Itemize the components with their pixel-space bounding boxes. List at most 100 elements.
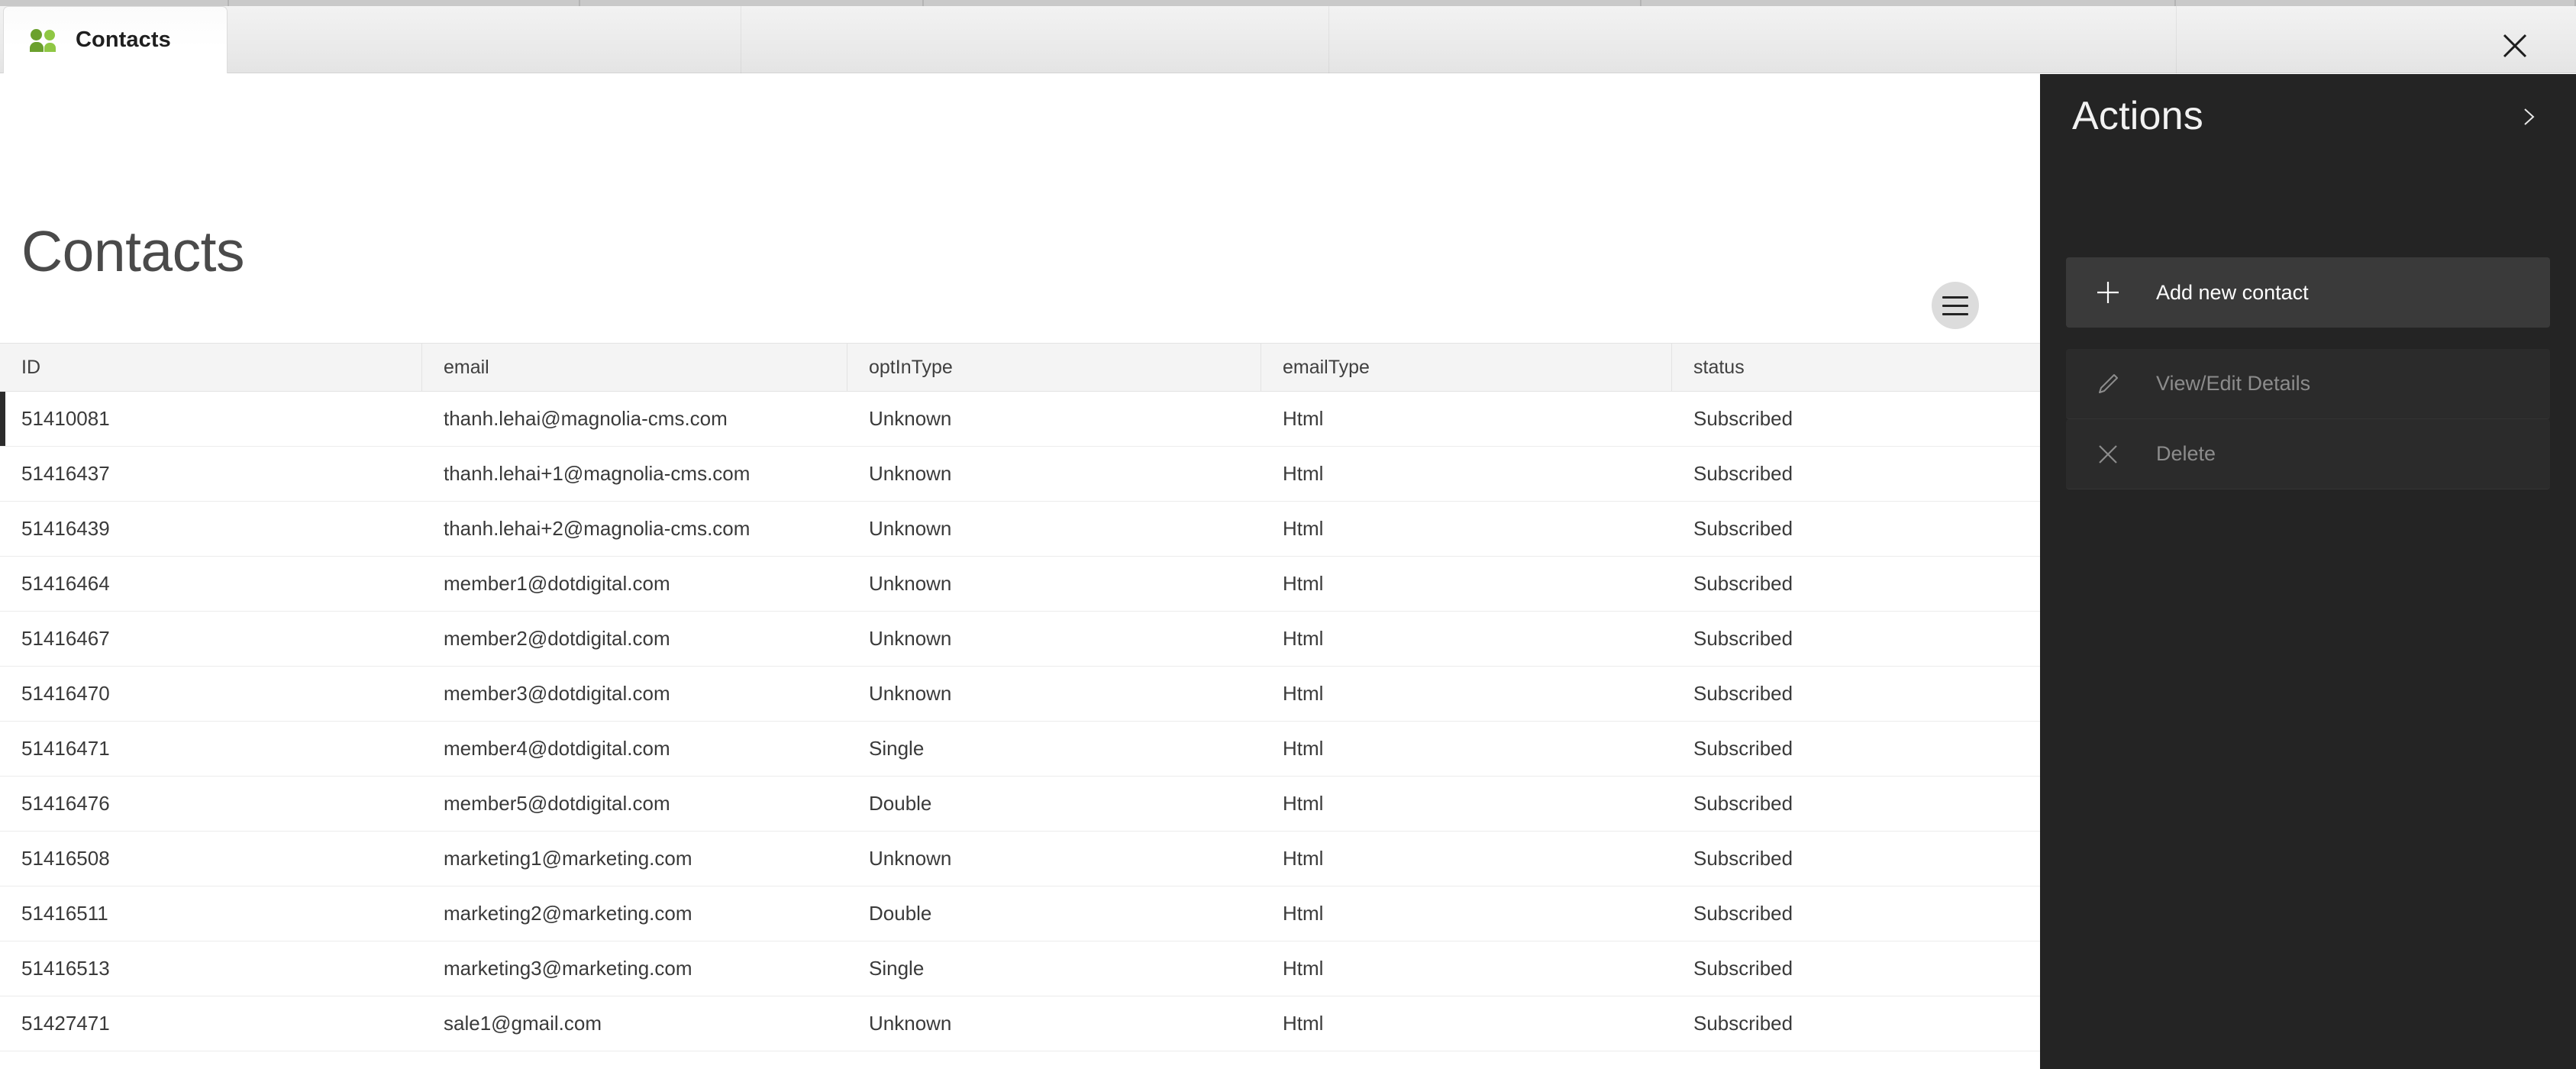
cell-status: Subscribed bbox=[1672, 1051, 2040, 1069]
chevron-right-icon bbox=[2524, 108, 2535, 125]
strip-segment bbox=[1641, 0, 2176, 6]
cell-optintype: Unknown bbox=[869, 847, 952, 870]
cell-emailtype: Html bbox=[1283, 517, 1324, 540]
column-header-optintype[interactable]: optInType bbox=[847, 344, 1261, 391]
cell-email: sale2@gmail.com bbox=[422, 1051, 847, 1069]
strip-segment bbox=[580, 0, 924, 6]
cell-id: 51416513 bbox=[21, 957, 110, 980]
cell-email: member1@dotdigital.com bbox=[444, 572, 670, 595]
table-row[interactable]: 51416513 marketing3@marketing.com Single Ht… bbox=[0, 941, 2040, 996]
table-row[interactable]: 51416470 member3@dotdigital.com Unknown Htm… bbox=[0, 667, 2040, 722]
cell-id: 51416470 bbox=[21, 682, 110, 705]
hamburger-icon-line bbox=[1942, 304, 1968, 307]
close-icon bbox=[2095, 441, 2121, 467]
hamburger-icon-line bbox=[1942, 312, 1968, 315]
pencil-icon bbox=[2095, 371, 2121, 397]
tab-contacts[interactable]: Contacts bbox=[3, 6, 228, 73]
cell-status: Subscribed bbox=[1693, 737, 1793, 760]
cell-id: 51416464 bbox=[21, 572, 110, 595]
cell-optintype: Double bbox=[869, 902, 932, 925]
cell-id: 51416437 bbox=[21, 462, 110, 485]
cell-email: sale1@gmail.com bbox=[444, 1012, 602, 1035]
cell-status: Subscribed bbox=[1693, 957, 1793, 980]
strip-segment bbox=[924, 0, 1641, 6]
table-row[interactable]: 51416467 member2@dotdigital.com Unknown Htm… bbox=[0, 612, 2040, 667]
cell-optintype: Double bbox=[847, 1051, 1261, 1069]
cell-optintype: Unknown bbox=[869, 627, 952, 650]
collapse-panel-button[interactable] bbox=[2509, 97, 2549, 137]
table-row[interactable]: 51427471 sale1@gmail.com Unknown Html Subscr… bbox=[0, 996, 2040, 1051]
action-label: Add new contact bbox=[2156, 280, 2309, 304]
cell-emailtype: Html bbox=[1283, 737, 1324, 760]
table-row[interactable]: 51416437 thanh.lehai+1@magnolia-cms.com Un… bbox=[0, 447, 2040, 502]
cell-emailtype: Html bbox=[1261, 1051, 1672, 1069]
cell-email: member3@dotdigital.com bbox=[444, 682, 670, 705]
cell-status: Subscribed bbox=[1693, 1012, 1793, 1035]
cell-emailtype: Html bbox=[1283, 957, 1324, 980]
cell-emailtype: Html bbox=[1283, 902, 1324, 925]
table-header-row: ID email optInType emailType status bbox=[0, 343, 2040, 392]
cell-email: marketing2@marketing.com bbox=[444, 902, 692, 925]
cell-optintype: Single bbox=[869, 737, 925, 760]
actions-list: Add new contact View/Edit Details Delete bbox=[2066, 257, 2550, 489]
actions-panel: Actions Add new contact View/Edit Details… bbox=[2040, 74, 2576, 1069]
strip-segment bbox=[0, 0, 229, 6]
action-view-edit-details: View/Edit Details bbox=[2066, 349, 2550, 419]
cell-optintype: Unknown bbox=[869, 682, 952, 705]
table-row[interactable]: 51416471 member4@dotdigital.com Single Html… bbox=[0, 722, 2040, 777]
action-label: Delete bbox=[2156, 442, 2216, 465]
column-header-status[interactable]: status bbox=[1672, 344, 2040, 391]
cell-status: Subscribed bbox=[1693, 792, 1793, 815]
cell-id: 51427475 bbox=[0, 1051, 422, 1069]
column-header-id[interactable]: ID bbox=[0, 344, 422, 391]
cell-email: thanh.lehai+2@magnolia-cms.com bbox=[444, 517, 751, 540]
cell-emailtype: Html bbox=[1283, 1012, 1324, 1035]
cell-id: 51416467 bbox=[21, 627, 110, 650]
table-row[interactable]: 51410081 thanh.lehai@magnolia-cms.com Unkn… bbox=[0, 392, 2040, 447]
browser-strip bbox=[0, 0, 2576, 6]
table-body: 51410081 thanh.lehai@magnolia-cms.com Unkn… bbox=[0, 392, 2040, 1069]
cell-emailtype: Html bbox=[1283, 847, 1324, 870]
close-icon bbox=[2503, 34, 2527, 58]
cell-id: 51410081 bbox=[21, 407, 110, 430]
cell-email: thanh.lehai+1@magnolia-cms.com bbox=[444, 462, 751, 485]
close-button[interactable] bbox=[2492, 23, 2538, 69]
table-row[interactable]: 51416464 member1@dotdigital.com Unknown Htm… bbox=[0, 557, 2040, 612]
cell-status: Subscribed bbox=[1693, 682, 1793, 705]
action-add-new-contact[interactable]: Add new contact bbox=[2066, 257, 2550, 328]
cell-id: 51416511 bbox=[21, 902, 108, 925]
tab-contacts-label: Contacts bbox=[76, 27, 171, 52]
cell-emailtype: Html bbox=[1283, 407, 1324, 430]
table-row[interactable]: 51416476 member5@dotdigital.com Double Html… bbox=[0, 777, 2040, 832]
column-header-email[interactable]: email bbox=[422, 344, 847, 391]
strip-segment bbox=[2176, 0, 2576, 6]
cell-optintype: Unknown bbox=[869, 1012, 952, 1035]
cell-emailtype: Html bbox=[1283, 682, 1324, 705]
cell-status: Subscribed bbox=[1693, 902, 1793, 925]
tab-separator bbox=[2176, 6, 2177, 73]
cell-id: 51416471 bbox=[21, 737, 110, 760]
cell-email: marketing1@marketing.com bbox=[444, 847, 692, 870]
people-icon bbox=[30, 28, 60, 52]
column-header-emailtype[interactable]: emailType bbox=[1261, 344, 1672, 391]
cell-optintype: Double bbox=[869, 792, 932, 815]
cell-id: 51416476 bbox=[21, 792, 110, 815]
cell-emailtype: Html bbox=[1283, 792, 1324, 815]
cell-optintype: Unknown bbox=[869, 517, 952, 540]
action-label: View/Edit Details bbox=[2156, 372, 2311, 395]
table-row[interactable]: 51416439 thanh.lehai+2@magnolia-cms.com Un… bbox=[0, 502, 2040, 557]
cell-email: member5@dotdigital.com bbox=[444, 792, 670, 815]
table-menu-button[interactable] bbox=[1932, 282, 1979, 329]
page-title: Contacts bbox=[21, 219, 244, 283]
cell-status: Subscribed bbox=[1693, 462, 1793, 485]
table-row[interactable]: 51416511 marketing2@marketing.com Double Ht… bbox=[0, 887, 2040, 941]
tab-separator bbox=[1328, 6, 1329, 73]
cell-optintype: Single bbox=[869, 957, 925, 980]
cell-emailtype: Html bbox=[1283, 462, 1324, 485]
table-row[interactable]: 51427475sale2@gmail.comDoubleHtmlSubscri… bbox=[0, 1051, 2040, 1069]
cell-status: Subscribed bbox=[1693, 517, 1793, 540]
tab-bar: Contacts bbox=[0, 6, 2576, 73]
contacts-table: ID email optInType emailType status 51410081… bbox=[0, 343, 2040, 1069]
cell-status: Subscribed bbox=[1693, 572, 1793, 595]
table-row[interactable]: 51416508 marketing1@marketing.com Unknown H… bbox=[0, 832, 2040, 887]
